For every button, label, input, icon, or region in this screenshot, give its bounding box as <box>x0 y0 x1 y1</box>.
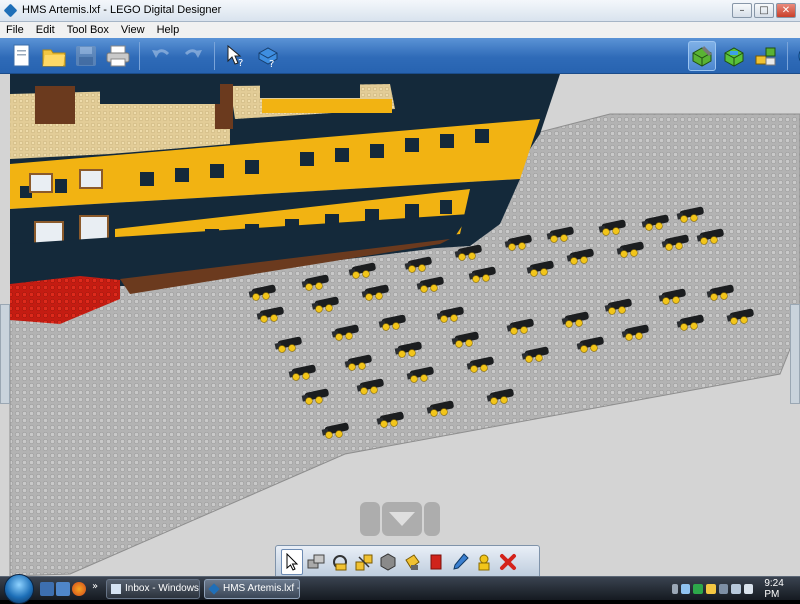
toolbar-separator <box>214 42 215 70</box>
svg-text:?: ? <box>238 58 243 68</box>
save-disk-icon[interactable] <box>72 41 100 71</box>
print-icon[interactable] <box>104 41 132 71</box>
toolbar-separator <box>139 42 140 70</box>
3d-viewport[interactable] <box>0 74 800 576</box>
tray-arrow-icon[interactable] <box>672 584 678 594</box>
tool-palette <box>275 545 540 579</box>
minimize-button[interactable]: – <box>732 3 752 18</box>
view-mode-icon[interactable] <box>720 41 748 71</box>
zoom-controls-icon[interactable] <box>424 502 440 536</box>
svg-text:?: ? <box>269 59 274 68</box>
display-icon[interactable] <box>718 584 729 594</box>
mail-icon <box>111 584 121 594</box>
clone-icon[interactable] <box>305 549 327 575</box>
open-folder-icon[interactable] <box>40 41 68 71</box>
delete-icon[interactable] <box>497 549 519 575</box>
menu-view[interactable]: View <box>121 24 145 36</box>
taskbar-item-label: HMS Artemis.lxf - L... <box>223 583 300 594</box>
menu-toolbox[interactable]: Tool Box <box>67 24 109 36</box>
undo-icon[interactable] <box>147 41 175 71</box>
toolbar: ? ? <box>0 38 800 74</box>
switch-windows-icon[interactable] <box>56 582 70 596</box>
share-icon[interactable] <box>795 41 800 71</box>
new-file-icon[interactable] <box>8 41 36 71</box>
redo-icon[interactable] <box>179 41 207 71</box>
menu-help[interactable]: Help <box>157 24 180 36</box>
volume-icon[interactable] <box>743 584 754 594</box>
flex-icon[interactable] <box>377 549 399 575</box>
help-brick-icon[interactable]: ? <box>254 41 282 71</box>
paint-bucket-icon[interactable] <box>401 549 423 575</box>
select-arrow-icon[interactable] <box>281 549 303 575</box>
menu-bar: File Edit Tool Box View Help <box>0 22 800 38</box>
update-icon[interactable] <box>705 584 716 594</box>
scene-canvas[interactable] <box>0 74 800 576</box>
app-icon <box>3 3 18 18</box>
network-icon[interactable] <box>680 584 691 594</box>
security-shield-icon[interactable] <box>693 584 703 594</box>
lego-digital-designer-window: HMS Artemis.lxf - LEGO Digital Designer … <box>0 0 800 604</box>
title-bar: HMS Artemis.lxf - LEGO Digital Designer … <box>0 0 800 22</box>
menu-edit[interactable]: Edit <box>36 24 55 36</box>
left-panel-toggle[interactable] <box>0 304 10 404</box>
rotate-camera-icon[interactable] <box>360 502 380 536</box>
hide-icon[interactable] <box>473 549 495 575</box>
hinge-icon[interactable] <box>329 549 351 575</box>
windows-taskbar: » Inbox - Windows Mail HMS Artemis.lxf -… <box>0 574 800 604</box>
lego-designer-icon <box>208 583 220 595</box>
decoration-icon[interactable] <box>425 549 447 575</box>
color-picker-icon[interactable] <box>449 549 471 575</box>
help-pointer-icon[interactable]: ? <box>222 41 250 71</box>
camera-controls <box>360 502 440 536</box>
taskbar-overflow[interactable]: » <box>92 581 98 592</box>
system-tray: 9:24 PM <box>668 577 800 601</box>
show-desktop-icon[interactable] <box>40 582 54 596</box>
taskbar-item-lego-digital-designer[interactable]: HMS Artemis.lxf - L... <box>204 579 300 599</box>
menu-file[interactable]: File <box>6 24 24 36</box>
toolbar-separator <box>787 42 788 70</box>
build-mode-icon[interactable] <box>688 41 716 71</box>
hinge-align-icon[interactable] <box>353 549 375 575</box>
maximize-button[interactable]: □ <box>754 3 774 18</box>
right-panel-toggle[interactable] <box>790 304 800 404</box>
window-title: HMS Artemis.lxf - LEGO Digital Designer <box>22 4 222 16</box>
taskbar-item-windows-mail[interactable]: Inbox - Windows Mail <box>106 579 200 599</box>
taskbar-item-label: Inbox - Windows Mail <box>125 583 199 594</box>
pan-down-icon[interactable] <box>382 502 422 536</box>
clock[interactable]: 9:24 PM <box>764 578 800 600</box>
close-button[interactable]: ✕ <box>776 3 796 18</box>
building-guide-mode-icon[interactable] <box>752 41 780 71</box>
firefox-icon[interactable] <box>72 582 86 596</box>
wireless-icon[interactable] <box>731 584 741 594</box>
